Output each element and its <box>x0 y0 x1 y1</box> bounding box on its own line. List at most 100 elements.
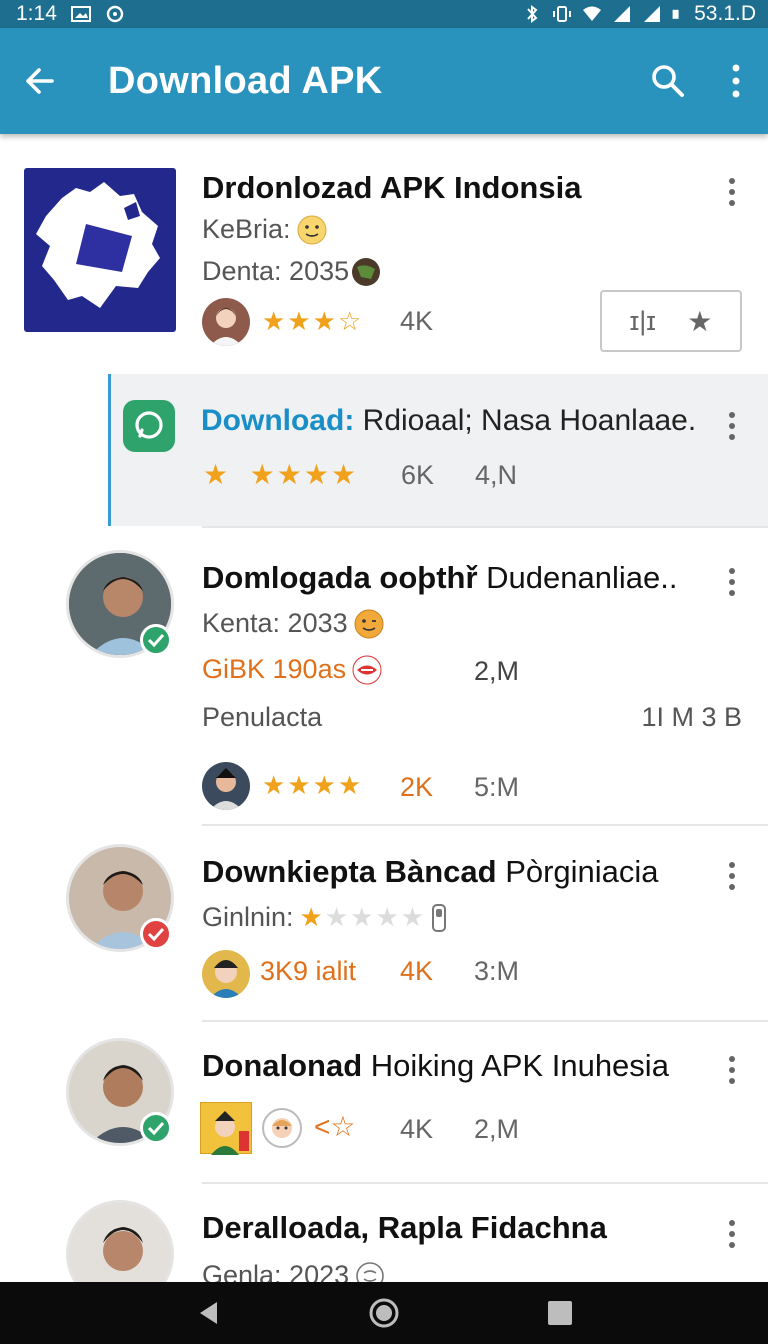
reviewer-avatar <box>202 298 250 346</box>
home-circle-icon <box>369 1298 399 1328</box>
sticker-image <box>200 1102 252 1155</box>
size-value: 2,M <box>474 656 520 686</box>
list-item[interactable]: Drdonlozad APK Indonsia KeBria: Denta: 2… <box>0 134 768 364</box>
size-count: 3:M <box>474 956 520 986</box>
back-button[interactable] <box>0 28 80 134</box>
person-avatar-icon <box>210 308 242 346</box>
bluetooth-icon <box>527 5 538 23</box>
reviewer-avatar <box>202 762 250 810</box>
app-line-2-text: Denta: 2035 <box>202 256 350 286</box>
item-menu-button[interactable] <box>724 412 740 440</box>
signal-icon-2 <box>644 6 661 22</box>
app-line-3: Penulacta <box>202 702 323 732</box>
rating-stars: ★★★★ <box>262 770 364 800</box>
verified-badge-icon <box>140 624 172 656</box>
list-item[interactable]: Deralloada, Rapla Fidachna Genla: 2023 <box>0 1184 768 1308</box>
app-bar: Download APK <box>0 28 768 134</box>
image-notification-icon <box>70 6 91 22</box>
app-line-1-text: Kenta: 2033 <box>202 608 348 638</box>
download-count: 4K <box>400 306 434 336</box>
person-avatar-icon <box>210 768 242 810</box>
app-title: Download: Rdioaal; Nasa Hoanlaae. <box>201 404 696 438</box>
app-line-1-text: Ginlnin: <box>202 902 294 932</box>
app-line-1-text: KeBria: <box>202 214 291 244</box>
search-icon <box>652 65 684 97</box>
baby-face-icon <box>272 1118 292 1138</box>
item-menu-button[interactable] <box>724 178 740 206</box>
baby-emoji <box>262 1108 302 1148</box>
status-time: 1:14 <box>16 2 57 25</box>
line-3-value: 1I M 3 B <box>641 702 742 732</box>
nav-recents-button[interactable] <box>530 1288 590 1338</box>
app-title: Donalonad Hoiking APK Inuhesia <box>202 1048 669 1084</box>
title-rest: Dudenanliae.. <box>486 560 678 595</box>
back-arrow-icon <box>26 68 54 94</box>
chat-bubble-icon <box>135 411 163 439</box>
app-title: Downkiepta Bàncad Pòrginiacia <box>202 854 659 890</box>
nav-back-button[interactable] <box>178 1288 238 1338</box>
sticker-emoji-icon <box>352 655 382 684</box>
download-count: 2K <box>400 772 434 802</box>
search-button[interactable] <box>632 45 704 117</box>
more-vert-icon <box>732 64 740 98</box>
vibrate-icon <box>553 6 572 22</box>
recents-square-icon <box>548 1301 572 1325</box>
whatsapp-app-icon <box>123 400 175 452</box>
cartoon-sticker-icon <box>211 1111 249 1155</box>
toggle-icon <box>432 903 447 932</box>
app-line-2: GiBK 190as <box>202 654 382 685</box>
app-line-1: KeBria: <box>202 214 327 245</box>
app-line-2-text: GiBK 190as <box>202 654 347 684</box>
star-icon: ★ <box>687 305 713 337</box>
download-count: 6K <box>401 460 435 490</box>
rating-stars: ★ ★★★★ <box>203 459 359 490</box>
battery-text: 53.1.D <box>694 2 756 25</box>
smiley-emoji-icon <box>297 215 327 244</box>
rating-stars: ★★★★★ <box>299 902 427 932</box>
rating-half-star-icon: <☆ <box>314 1111 356 1142</box>
size-count: 2,M <box>474 1114 520 1144</box>
item-menu-button[interactable] <box>724 1056 740 1084</box>
sync-notification-icon <box>106 5 124 23</box>
cartoon-avatar-icon <box>210 960 242 998</box>
app-title: Deralloada, Rapla Fidachna <box>202 1210 607 1245</box>
battery-icon <box>672 9 679 19</box>
indonesia-map-icon <box>36 182 160 308</box>
title-bold: Donalonad <box>202 1048 363 1083</box>
action-label: ɪ|ɪ <box>629 305 656 336</box>
list-item[interactable]: Donalonad Hoiking APK Inuhesia <☆ 4K 2,M <box>0 1022 768 1180</box>
item-menu-button[interactable] <box>724 862 740 890</box>
signal-icon <box>614 6 631 22</box>
item-action-button[interactable]: ɪ|ɪ ★ <box>600 290 742 352</box>
globe-emoji-icon <box>352 257 381 286</box>
item-menu-button[interactable] <box>724 1220 740 1248</box>
title-rest: Rdioaal; Nasa Hoanlaae. <box>362 404 697 437</box>
verified-badge-icon <box>140 1112 172 1144</box>
tag-label: 3K9 ialit <box>260 956 357 986</box>
rating-stars: ★★★☆ <box>262 306 364 336</box>
alert-badge-icon <box>140 918 172 950</box>
app-line-1: Ginlnin: ★★★★★ <box>202 902 447 933</box>
reviewer-avatar <box>202 950 250 998</box>
list-item-highlighted[interactable]: Download: Rdioaal; Nasa Hoanlaae. ★ ★★★★… <box>108 374 768 526</box>
title-rest: Hoiking APK Inuhesia <box>370 1048 669 1083</box>
nav-home-button[interactable] <box>354 1288 414 1338</box>
wifi-icon <box>583 6 602 21</box>
title-bold: Downkiepta Bàncad <box>202 854 497 889</box>
title-bold: Domlogada ooþthř <box>202 560 478 595</box>
list-item[interactable]: Downkiepta Bàncad Pòrginiacia Ginlnin: ★… <box>0 826 768 1020</box>
item-menu-button[interactable] <box>724 568 740 596</box>
system-nav-bar <box>0 1282 768 1344</box>
app-line-1: Kenta: 2033 <box>202 608 384 639</box>
status-bar: 1:14 53.1.D <box>0 0 768 28</box>
app-title: Domlogada ooþthř Dudenanliae.. <box>202 560 678 596</box>
app-title: Drdonlozad APK Indonsia <box>202 170 582 205</box>
title-rest: Pòrginiacia <box>505 854 659 889</box>
more-options-button[interactable] <box>704 45 768 117</box>
wink-emoji-icon <box>354 609 384 638</box>
download-count: 4K <box>400 956 434 986</box>
triangle-back-icon <box>200 1302 217 1324</box>
size-count: 4,N <box>475 460 518 490</box>
download-count: 4K <box>400 1114 434 1144</box>
list-item[interactable]: Domlogada ooþthř Dudenanliae.. Kenta: 20… <box>0 528 768 824</box>
